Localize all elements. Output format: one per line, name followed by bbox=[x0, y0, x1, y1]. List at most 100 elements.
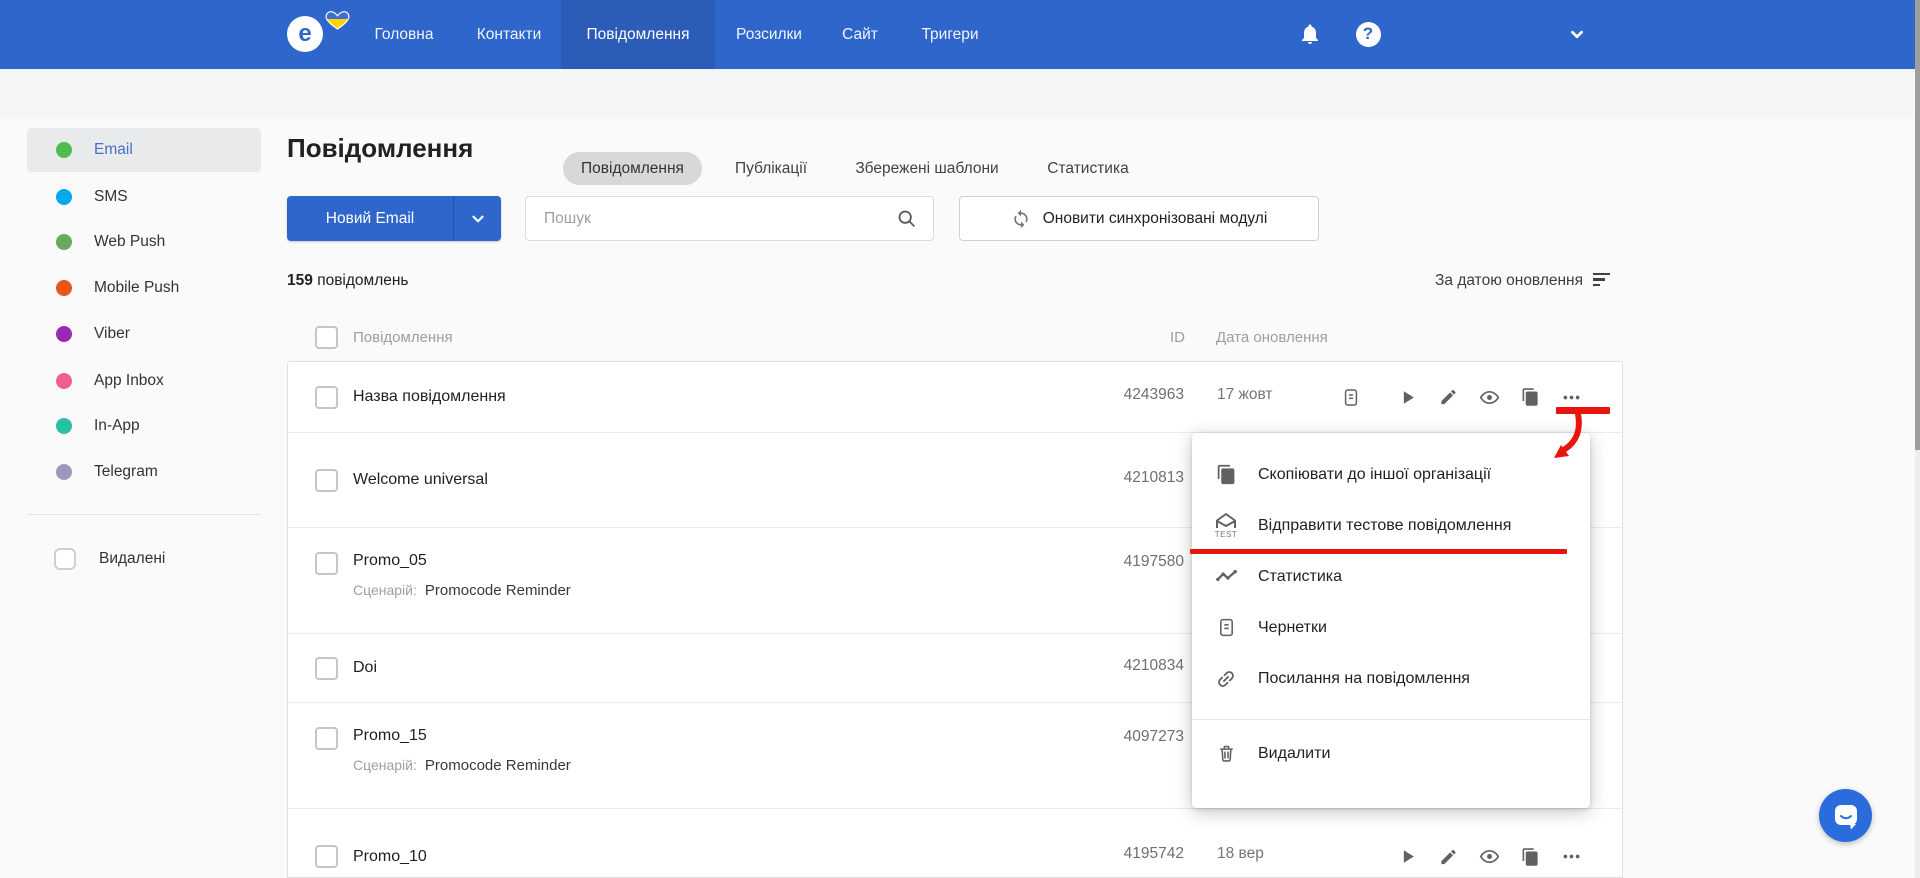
scenario-line: Сценарій: Promocode Reminder bbox=[353, 582, 571, 599]
column-header-message: Повідомлення bbox=[353, 329, 453, 346]
app-inbox-channel-dot-icon bbox=[56, 373, 72, 389]
annotation-underline-test-message bbox=[1190, 549, 1567, 554]
help-icon[interactable]: ? bbox=[1354, 20, 1382, 48]
more-actions-ellipsis-icon[interactable] bbox=[1561, 387, 1582, 408]
sync-icon bbox=[1014, 209, 1028, 228]
row-checkbox[interactable] bbox=[315, 727, 338, 750]
copy-icon[interactable] bbox=[1520, 387, 1541, 408]
menu-item-send-test-message[interactable]: TEST Відправити тестове повідомлення bbox=[1192, 500, 1590, 551]
sidebar-item-mobile-push[interactable]: Mobile Push bbox=[27, 266, 261, 310]
web-push-channel-dot-icon bbox=[56, 234, 72, 250]
nav-item-triggers[interactable]: Тригери bbox=[921, 0, 978, 69]
new-email-dropdown-toggle[interactable] bbox=[453, 196, 501, 241]
nav-item-contacts[interactable]: Контакти bbox=[477, 0, 541, 69]
tab-statistics[interactable]: Статистика bbox=[1029, 152, 1146, 185]
message-id: 4195742 bbox=[1123, 845, 1184, 862]
sidebar-item-web-push[interactable]: Web Push bbox=[27, 220, 261, 264]
page-scrollbar[interactable] bbox=[1915, 0, 1920, 878]
tab-saved-templates[interactable]: Збережені шаблони bbox=[837, 152, 1016, 185]
preview-eye-icon[interactable] bbox=[1479, 387, 1500, 408]
menu-item-drafts[interactable]: Чернетки bbox=[1192, 602, 1590, 653]
message-name[interactable]: Doi bbox=[353, 659, 377, 677]
table-row[interactable]: Назва повідомлення 4243963 17 жовт bbox=[288, 362, 1622, 433]
table-row[interactable]: Promo_10 4195742 18 вер bbox=[288, 809, 1622, 877]
in-app-channel-dot-icon bbox=[56, 418, 72, 434]
top-navigation-bar: e Головна Контакти Повідомлення Розсилки… bbox=[0, 0, 1920, 69]
new-email-button[interactable]: Новий Email bbox=[287, 196, 453, 241]
more-actions-ellipsis-icon[interactable] bbox=[1561, 846, 1582, 867]
test-message-icon: TEST bbox=[1212, 512, 1240, 539]
edit-pencil-icon[interactable] bbox=[1438, 387, 1459, 408]
column-header-date: Дата оновлення bbox=[1216, 329, 1328, 346]
nav-item-site[interactable]: Сайт bbox=[842, 0, 878, 69]
sidebar-item-deleted[interactable]: Видалені bbox=[27, 537, 261, 581]
message-name[interactable]: Promo_10 bbox=[353, 848, 427, 866]
viber-channel-dot-icon bbox=[56, 326, 72, 342]
sidebar-divider bbox=[27, 514, 261, 515]
brand-logo[interactable]: e bbox=[287, 16, 323, 52]
statistics-icon bbox=[1212, 565, 1240, 588]
scenario-line: Сценарій: Promocode Reminder bbox=[353, 757, 571, 774]
sidebar-item-telegram[interactable]: Telegram bbox=[27, 450, 261, 494]
nav-item-messages[interactable]: Повідомлення bbox=[561, 0, 715, 69]
menu-item-copy-to-org[interactable]: Скопіювати до іншої організації bbox=[1192, 449, 1590, 500]
mobile-push-channel-dot-icon bbox=[56, 280, 72, 296]
row-checkbox[interactable] bbox=[315, 656, 338, 680]
search-icon[interactable] bbox=[896, 208, 917, 229]
row-checkbox[interactable] bbox=[315, 845, 338, 868]
sidebar-item-sms[interactable]: SMS bbox=[27, 175, 261, 219]
message-name[interactable]: Promo_15 bbox=[353, 727, 427, 744]
draft-document-icon[interactable] bbox=[1340, 387, 1361, 408]
message-name[interactable]: Promo_05 bbox=[353, 552, 427, 569]
menu-item-statistics[interactable]: Статистика bbox=[1192, 551, 1590, 602]
tab-messages[interactable]: Повідомлення bbox=[563, 152, 702, 185]
row-checkbox[interactable] bbox=[315, 468, 338, 492]
chat-bubble-icon bbox=[1834, 804, 1857, 829]
send-play-icon[interactable] bbox=[1397, 846, 1418, 867]
nav-item-campaigns[interactable]: Розсилки bbox=[736, 0, 802, 69]
tab-publications[interactable]: Публікації bbox=[717, 152, 825, 185]
edit-pencil-icon[interactable] bbox=[1438, 846, 1459, 867]
scrollbar-thumb[interactable] bbox=[1915, 0, 1920, 450]
select-all-checkbox[interactable] bbox=[315, 326, 338, 349]
channels-sidebar: Email SMS Web Push Mobile Push Viber App… bbox=[0, 119, 261, 878]
sms-channel-dot-icon bbox=[56, 189, 72, 205]
sync-modules-button[interactable]: Оновити синхронізовані модулі bbox=[959, 196, 1319, 241]
scenario-name: Promocode Reminder bbox=[424, 582, 571, 599]
copy-icon[interactable] bbox=[1520, 846, 1541, 867]
message-id: 4210834 bbox=[1123, 657, 1184, 674]
message-date: 17 жовт bbox=[1217, 386, 1273, 403]
row-checkbox[interactable] bbox=[315, 552, 338, 575]
menu-item-delete[interactable]: Видалити bbox=[1192, 728, 1590, 779]
search-input[interactable] bbox=[526, 209, 896, 228]
message-date: 18 вер bbox=[1217, 845, 1264, 862]
message-name[interactable]: Welcome universal bbox=[353, 471, 488, 489]
message-id: 4210813 bbox=[1123, 469, 1184, 486]
sidebar-item-in-app[interactable]: In-App bbox=[27, 404, 261, 448]
message-id: 4197580 bbox=[1123, 553, 1184, 570]
nav-item-home[interactable]: Головна bbox=[375, 0, 434, 69]
sidebar-item-viber[interactable]: Viber bbox=[27, 312, 261, 356]
drafts-icon bbox=[1212, 617, 1240, 638]
message-id: 4243963 bbox=[1123, 386, 1184, 403]
telegram-channel-dot-icon bbox=[56, 464, 72, 480]
scenario-name: Promocode Reminder bbox=[424, 757, 571, 774]
app-screen: e Головна Контакти Повідомлення Розсилки… bbox=[0, 0, 1920, 878]
sort-control[interactable]: За датою оновлення bbox=[1435, 272, 1610, 290]
support-chat-button[interactable] bbox=[1819, 789, 1872, 842]
sort-icon bbox=[1593, 272, 1610, 290]
preview-eye-icon[interactable] bbox=[1479, 846, 1500, 867]
chevron-down-icon bbox=[471, 215, 484, 222]
notifications-bell-icon[interactable] bbox=[1296, 20, 1324, 48]
sidebar-item-app-inbox[interactable]: App Inbox bbox=[27, 359, 261, 403]
link-icon bbox=[1212, 668, 1240, 690]
message-name[interactable]: Назва повідомлення bbox=[353, 388, 506, 406]
account-chevron-down-icon[interactable] bbox=[1563, 20, 1591, 48]
menu-item-message-link[interactable]: Посилання на повідомлення bbox=[1192, 653, 1590, 704]
deleted-checkbox[interactable] bbox=[54, 548, 76, 570]
trash-icon bbox=[1212, 743, 1240, 764]
row-checkbox[interactable] bbox=[315, 385, 338, 409]
new-email-split-button[interactable]: Новий Email bbox=[287, 196, 501, 241]
sidebar-item-email[interactable]: Email bbox=[27, 128, 261, 172]
send-play-icon[interactable] bbox=[1397, 387, 1418, 408]
